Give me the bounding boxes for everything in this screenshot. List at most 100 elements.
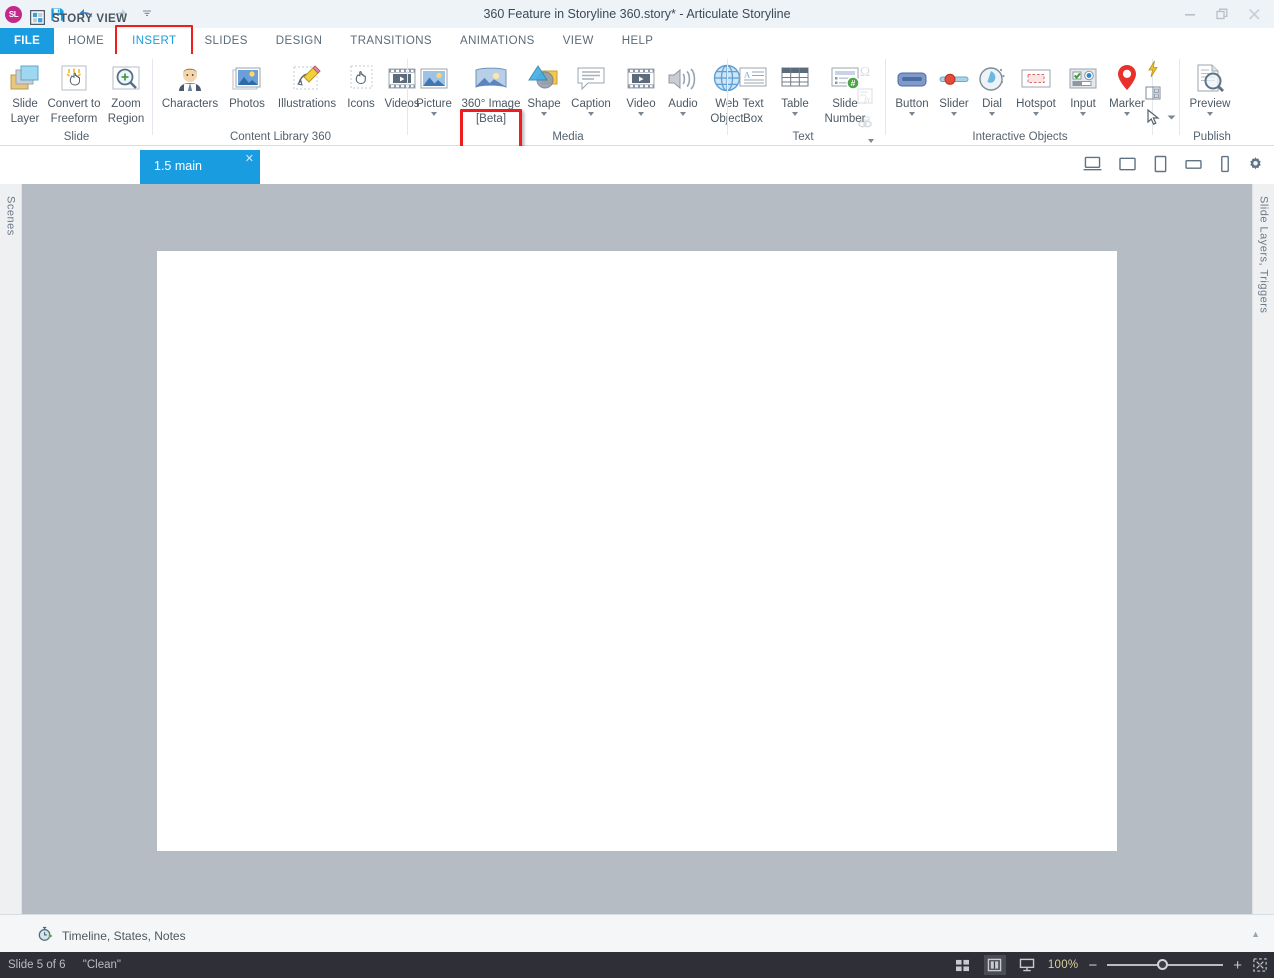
hotspot-label: Hotspot [1016,98,1056,110]
zoom-in-button[interactable]: + [1233,958,1242,973]
device-preview-toolbar [1083,155,1264,176]
photos-button[interactable]: Photos [223,58,271,111]
picture-icon [417,58,451,96]
scenes-panel-collapsed[interactable]: Scenes [0,184,22,914]
audio-button[interactable]: Audio [662,58,704,116]
zoom-level-label: 100% [1047,959,1079,971]
zoom-out-button[interactable]: − [1088,958,1097,973]
ribbon-group-label-publish: Publish [1193,131,1231,143]
button-button[interactable]: Button [890,58,934,116]
table-button[interactable]: Table [774,58,816,116]
slide-layers-triggers-label: Slide Layers, Triggers [1257,196,1270,314]
device-tablet-landscape-icon[interactable] [1184,157,1203,174]
dial-dropdown-caret[interactable] [989,111,995,116]
shape-label: Shape [527,98,561,110]
text-box-button[interactable]: A Text Box [732,58,774,125]
picture-dropdown-caret[interactable] [431,111,437,116]
tab-animations[interactable]: ANIMATIONS [446,28,549,54]
caption-icon [574,58,608,96]
fit-to-window-icon[interactable] [1252,957,1268,973]
marker-dropdown-caret[interactable] [1124,111,1130,116]
slide-layer-button[interactable]: Slide Layer [4,58,46,125]
tab-help[interactable]: HELP [608,28,668,54]
story-view-icon [30,10,45,28]
slide-tab[interactable]: 1.5 main ✕ [140,150,260,184]
hotspot-button[interactable]: Hotspot [1010,58,1062,116]
hotspot-dropdown-caret[interactable] [1033,111,1039,116]
presenter-view-button[interactable] [1016,955,1038,975]
ribbon-group-slide: Slide Layer Convert to Freeform Zoom Reg… [0,54,153,146]
slide-layers-triggers-panel-collapsed[interactable]: Slide Layers, Triggers [1252,184,1274,914]
360-image-button[interactable]: 360° Image [Beta] [460,58,522,125]
chevron-up-icon[interactable]: ▲ [1251,929,1260,939]
shape-button[interactable]: Shape [522,58,566,116]
video-button[interactable]: Video [620,58,662,116]
slide-tab-close-icon[interactable]: ✕ [245,152,254,165]
timeline-label: Timeline, States, Notes [62,928,186,943]
picture-button[interactable]: Picture [412,58,456,116]
zoom-slider-handle[interactable] [1157,959,1169,970]
device-square-icon[interactable] [1118,156,1137,175]
input-button[interactable]: Input [1062,58,1104,116]
slider-dropdown-caret[interactable] [951,111,957,116]
player-settings-gear-icon[interactable] [1247,156,1264,176]
window-controls [1174,0,1270,28]
ribbon-group-label-slide: Slide [63,131,90,143]
icons-icon [344,58,378,96]
device-desktop-icon[interactable] [1083,156,1102,175]
trigger-bolt-icon[interactable] [1144,60,1176,81]
slide-view-button[interactable] [983,955,1006,975]
tab-slides[interactable]: SLIDES [190,28,261,54]
zoom-region-label-1: Zoom [111,98,141,110]
zoom-region-button[interactable]: Zoom Region [104,58,148,125]
ribbon-group-content-library-360: Characters Photos Illustrations Icons Vi… [153,54,419,146]
shape-icon [527,58,561,96]
360-image-label-1: 360° Image [461,98,521,110]
reference-fx-icon: fx [856,87,874,108]
timeline-bar[interactable]: Timeline, States, Notes ▲ [0,914,1274,952]
convert-to-freeform-button[interactable]: Convert to Freeform [44,58,104,125]
timeline-icon [38,926,54,945]
table-dropdown-caret[interactable] [792,111,798,116]
tab-view[interactable]: VIEW [549,28,608,54]
dial-button[interactable]: Dial [974,58,1010,116]
tab-home[interactable]: HOME [54,28,118,54]
caption-dropdown-caret[interactable] [588,111,594,116]
tab-design[interactable]: DESIGN [262,28,337,54]
slide-position-label: Slide 5 of 6 [8,959,66,971]
normal-view-button[interactable] [952,955,974,975]
360-image-label-2: [Beta] [475,112,507,125]
close-button[interactable] [1238,0,1270,28]
button-dropdown-caret[interactable] [909,111,915,116]
tab-file[interactable]: FILE [0,28,54,54]
caption-button[interactable]: Caption [566,58,616,116]
zoom-slider[interactable] [1107,958,1224,972]
audio-dropdown-caret[interactable] [680,111,686,116]
preview-dropdown-caret[interactable] [1207,111,1213,116]
story-view-button[interactable]: STORY VIEW [30,8,127,30]
slider-button[interactable]: Slider [934,58,974,116]
illustrations-button[interactable]: Illustrations [271,58,343,111]
video-dropdown-caret[interactable] [638,111,644,116]
tab-insert[interactable]: INSERT [115,25,194,58]
ribbon-group-text: A Text Box Table # Slide Number Ω fx Tex… [728,54,886,146]
tab-transitions[interactable]: TRANSITIONS [336,28,446,54]
panel-icon[interactable] [1144,84,1176,105]
characters-button[interactable]: Characters [157,58,223,111]
shape-dropdown-caret[interactable] [541,111,547,116]
slide-tab-label: 1.5 main [154,159,202,173]
table-label: Table [781,98,809,110]
preview-button[interactable]: Preview [1182,58,1238,116]
slide-surface[interactable] [157,251,1117,851]
input-dropdown-caret[interactable] [1080,111,1086,116]
minimize-button[interactable] [1174,0,1206,28]
icons-button[interactable]: Icons [343,58,379,111]
restore-button[interactable] [1206,0,1238,28]
mouse-cursor-icon[interactable] [1144,108,1176,126]
dial-label: Dial [982,98,1002,110]
device-phone-icon[interactable] [1219,155,1231,176]
slide-canvas[interactable] [22,184,1252,914]
device-tablet-portrait-icon[interactable] [1153,155,1168,176]
picture-label: Picture [416,98,452,110]
interactive-small-icons [1144,60,1176,126]
